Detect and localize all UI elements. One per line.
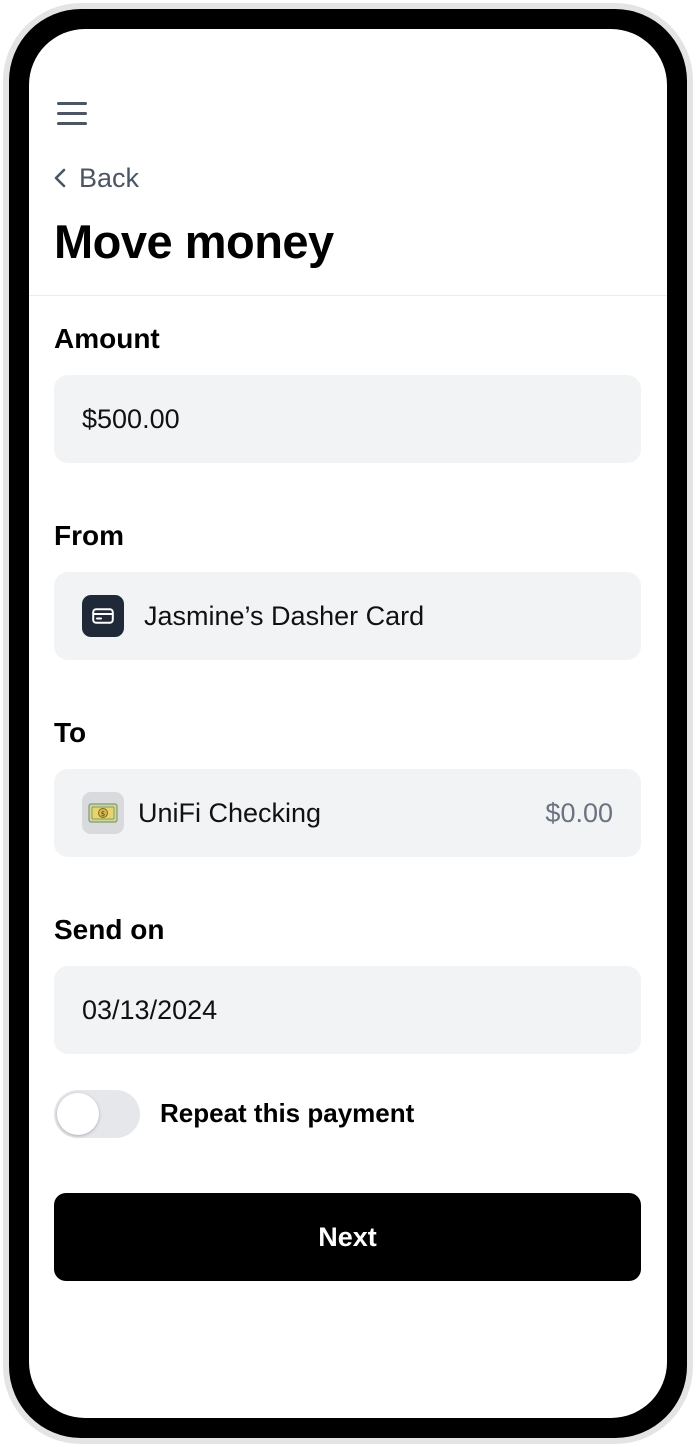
toggle-knob [57, 1093, 99, 1135]
send-on-date-field[interactable]: 03/13/2024 [54, 966, 641, 1054]
from-account-select[interactable]: Jasmine’s Dasher Card [54, 572, 641, 660]
amount-label: Amount [54, 323, 160, 354]
repeat-payment-toggle[interactable] [54, 1090, 140, 1138]
phone-bezel: Back Move money Amount $500.00 From Jasm… [9, 9, 687, 1438]
next-button[interactable]: Next [54, 1193, 641, 1281]
chevron-left-icon [54, 168, 66, 188]
card-icon [82, 595, 124, 637]
to-account-name: UniFi Checking [138, 797, 322, 828]
svg-text:$: $ [101, 810, 105, 818]
send-on-label: Send on [54, 914, 165, 945]
money-icon: $ [82, 792, 124, 834]
phone-frame: Back Move money Amount $500.00 From Jasm… [3, 3, 693, 1444]
to-label: To [54, 717, 87, 748]
amount-field[interactable]: $500.00 [54, 375, 641, 463]
header-divider [29, 295, 667, 296]
app-screen: Back Move money Amount $500.00 From Jasm… [29, 29, 667, 1418]
to-account-balance: $0.00 [545, 797, 613, 828]
amount-value: $500.00 [82, 403, 180, 434]
page-title: Move money [54, 215, 334, 268]
to-account-select[interactable]: $ UniFi Checking $0.00 [54, 769, 641, 857]
repeat-payment-label: Repeat this payment [160, 1098, 415, 1128]
send-on-date-value: 03/13/2024 [82, 994, 218, 1025]
from-label: From [54, 520, 124, 551]
back-button[interactable]: Back [53, 161, 139, 195]
hamburger-menu-icon[interactable] [55, 99, 89, 129]
back-label: Back [79, 162, 140, 193]
from-account-name: Jasmine’s Dasher Card [144, 600, 425, 631]
